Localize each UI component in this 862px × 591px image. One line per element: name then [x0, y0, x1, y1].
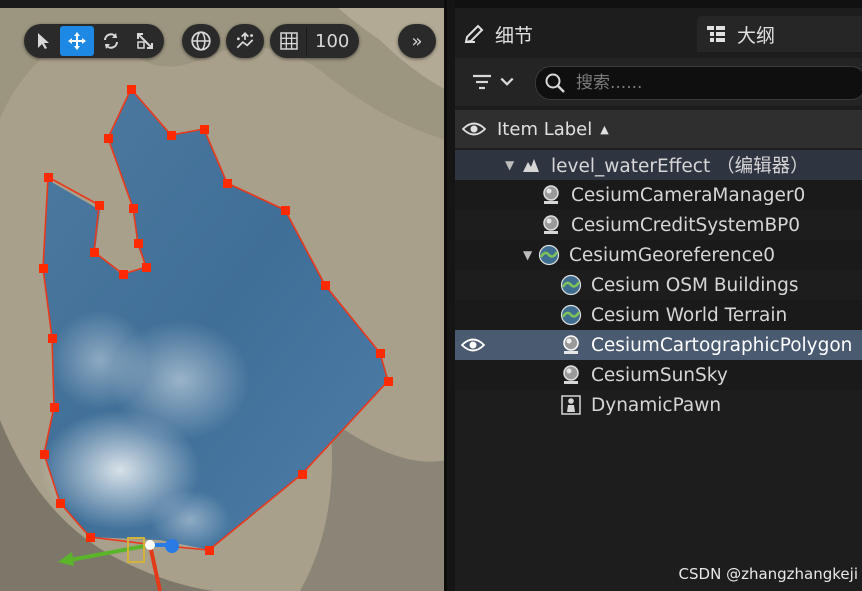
- visibility-column-header[interactable]: [457, 121, 491, 137]
- move-mode-button[interactable]: [60, 26, 94, 56]
- pawn-icon: [559, 393, 583, 417]
- outliner-icon: [707, 26, 725, 42]
- viewport-top-strip: [0, 0, 446, 8]
- level-viewport[interactable]: 100 »: [0, 0, 446, 591]
- tree-row-label: CesiumCameraManager0: [571, 184, 806, 206]
- tree-row-label: level_waterEffect （编辑器）: [551, 156, 809, 177]
- search-icon: [545, 73, 565, 93]
- tree-row-dynamic-pawn[interactable]: DynamicPawn: [455, 390, 862, 420]
- world-icon: [519, 153, 543, 177]
- actor-icon: [539, 183, 563, 207]
- tree-row-cesium-camera-manager[interactable]: CesiumCameraManager0: [455, 180, 862, 210]
- rotate-mode-button[interactable]: [94, 26, 128, 56]
- globe-icon: [191, 31, 211, 51]
- cursor-arrow-icon: [38, 33, 49, 49]
- outliner-panel: 细节 大纲 Item Label ▲ ▼ level_water: [455, 0, 862, 591]
- collapse-arrow-icon[interactable]: ▼: [523, 248, 537, 262]
- viewport-splitter[interactable]: [444, 0, 447, 591]
- actor-icon: [559, 363, 583, 387]
- search-field[interactable]: [535, 66, 862, 100]
- search-input[interactable]: [574, 72, 858, 94]
- filter-icon: [473, 74, 491, 90]
- visibility-toggle[interactable]: [455, 337, 491, 353]
- tree-row-level-waterEffect[interactable]: ▼ level_waterEffect （编辑器）: [455, 150, 862, 180]
- tileset-icon: [559, 303, 583, 327]
- watermark-text: CSDN @zhangzhangkeji: [678, 565, 858, 583]
- tree-row-label: CesiumSunSky: [591, 364, 728, 386]
- satellite-terrain-image: [0, 0, 446, 591]
- tree-row-cesium-world-terrain[interactable]: Cesium World Terrain: [455, 300, 862, 330]
- scale-icon: [137, 33, 153, 49]
- eye-icon: [462, 122, 486, 136]
- grid-icon: [280, 32, 298, 50]
- tree-row-label: Cesium World Terrain: [591, 304, 788, 326]
- tree-row-cesium-cartographic-polygon[interactable]: CesiumCartographicPolygon: [455, 330, 862, 360]
- surface-snapping-toggle[interactable]: [226, 24, 264, 58]
- chevron-down-icon: [500, 77, 514, 86]
- eye-icon: [461, 338, 485, 352]
- tileset-icon: [559, 273, 583, 297]
- tab-details-label: 细节: [495, 24, 534, 47]
- grid-snap-control: 100: [270, 24, 360, 58]
- actor-icon: [559, 333, 583, 357]
- tree-row-label: DynamicPawn: [591, 394, 722, 416]
- item-label-column-header[interactable]: Item Label: [497, 119, 592, 140]
- tree-row-label: CesiumCreditSystemBP0: [571, 214, 801, 236]
- tree-row-cesium-georeference[interactable]: ▼ CesiumGeoreference0: [455, 240, 862, 270]
- rotate-icon: [104, 33, 118, 49]
- pencil-icon: [464, 24, 484, 44]
- panel-top-strip: [455, 0, 862, 8]
- surface-snap-icon: [236, 32, 254, 49]
- sort-ascending-icon[interactable]: ▲: [600, 123, 608, 136]
- coordinate-system-toggle[interactable]: [182, 24, 220, 58]
- tab-outliner[interactable]: 大纲: [697, 16, 862, 52]
- more-options-button[interactable]: »: [398, 24, 436, 58]
- grid-snap-toggle[interactable]: [272, 26, 306, 56]
- chevron-double-right-icon: »: [411, 30, 423, 52]
- select-mode-button[interactable]: [26, 26, 60, 56]
- tree-row-cesium-sun-sky[interactable]: CesiumSunSky: [455, 360, 862, 390]
- tab-outliner-label: 大纲: [737, 24, 776, 47]
- actor-icon: [539, 213, 563, 237]
- filter-button[interactable]: [469, 68, 523, 96]
- tree-row-cesium-osm-buildings[interactable]: Cesium OSM Buildings: [455, 270, 862, 300]
- tree-row-label: Cesium OSM Buildings: [591, 274, 799, 296]
- column-header: Item Label ▲: [455, 110, 862, 148]
- tree-row-label: CesiumCartographicPolygon: [591, 334, 853, 356]
- collapse-arrow-icon[interactable]: ▼: [505, 158, 519, 172]
- search-toolbar: [455, 58, 862, 106]
- tab-details[interactable]: 细节: [455, 16, 693, 52]
- grid-snap-value[interactable]: 100: [307, 31, 357, 52]
- move-arrows-icon: [68, 32, 86, 50]
- tree-row-cesium-credit-system[interactable]: CesiumCreditSystemBP0: [455, 210, 862, 240]
- georeference-globe-icon: [537, 243, 561, 267]
- transform-toolbar: [24, 24, 164, 58]
- scale-mode-button[interactable]: [128, 26, 162, 56]
- outliner-tree: ▼ level_waterEffect （编辑器） CesiumCameraMa…: [455, 150, 862, 420]
- tree-row-label: CesiumGeoreference0: [569, 244, 775, 266]
